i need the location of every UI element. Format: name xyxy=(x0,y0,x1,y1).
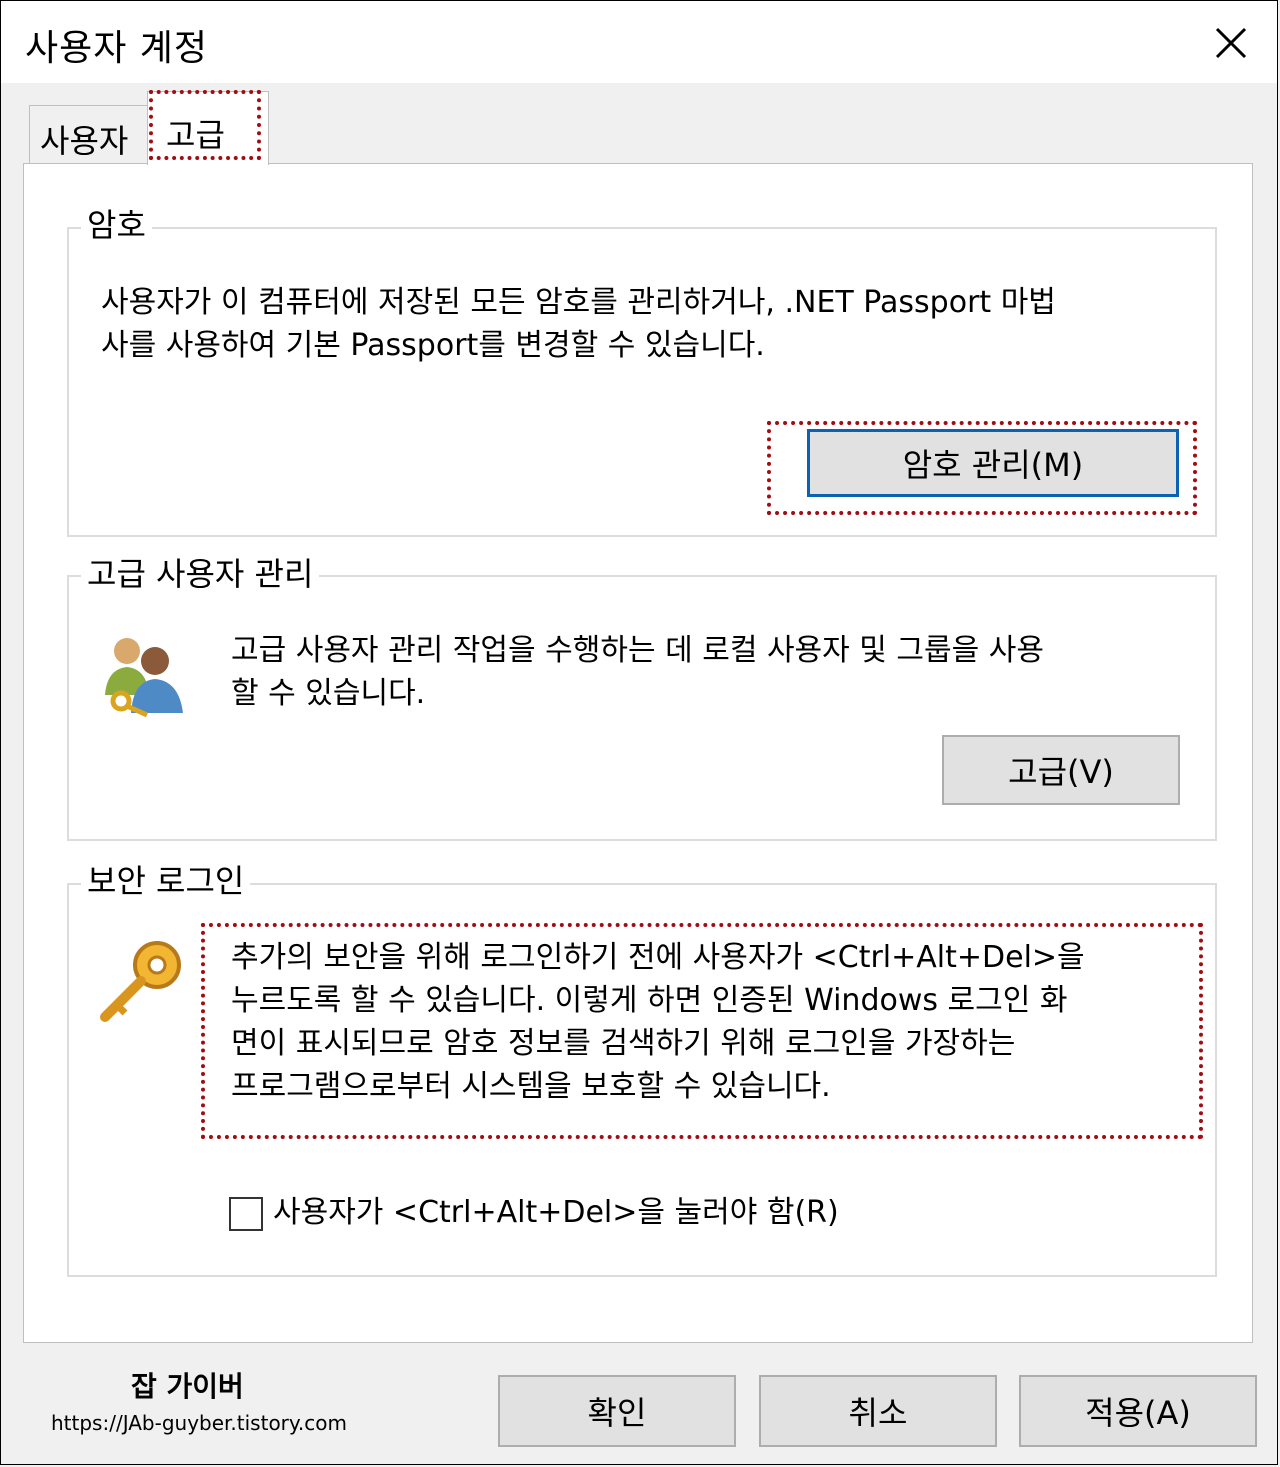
advanced-description-line2: 할 수 있습니다. xyxy=(231,676,426,711)
secure-logon-group-title: 보안 로그인 xyxy=(81,861,251,901)
watermark-url: https://JAb-guyber.tistory.com xyxy=(51,1411,347,1435)
require-ctrl-alt-del-checkbox[interactable] xyxy=(229,1197,263,1231)
manage-passwords-button[interactable]: 암호 관리(M) xyxy=(807,429,1179,497)
require-ctrl-alt-del-label[interactable]: 사용자가 <Ctrl+Alt+Del>을 눌러야 함(R) xyxy=(273,1191,839,1235)
apply-button[interactable]: 적용(A) xyxy=(1019,1375,1257,1447)
close-icon xyxy=(1215,27,1247,59)
user-accounts-dialog: 사용자 계정 사용자 고급 암호 사용자가 이 컴퓨터에 저장된 모든 암호를 … xyxy=(0,0,1278,1465)
window-title: 사용자 계정 xyxy=(25,28,209,69)
advanced-button[interactable]: 고급(V) xyxy=(942,735,1180,805)
password-description-line1: 사용자가 이 컴퓨터에 저장된 모든 암호를 관리하거나, .NET Passp… xyxy=(101,285,1056,320)
watermark-name: 잡 가이버 xyxy=(131,1370,244,1403)
title-bar: 사용자 계정 xyxy=(1,1,1277,83)
secure-description-line2: 누르도록 할 수 있습니다. 이렇게 하면 인증된 Windows 로그인 화 xyxy=(231,983,1068,1018)
secure-description-line1: 추가의 보안을 위해 로그인하기 전에 사용자가 <Ctrl+Alt+Del>을 xyxy=(231,940,1085,975)
users-key-icon xyxy=(99,629,189,719)
ok-button[interactable]: 확인 xyxy=(498,1375,736,1447)
secure-description-line3: 면이 표시되므로 암호 정보를 검색하기 위해 로그인을 가장하는 xyxy=(231,1026,1016,1061)
key-icon xyxy=(97,935,189,1025)
tab-users[interactable]: 사용자 xyxy=(29,105,149,163)
cancel-button[interactable]: 취소 xyxy=(759,1375,997,1447)
advanced-description-line1: 고급 사용자 관리 작업을 수행하는 데 로컬 사용자 및 그룹을 사용 xyxy=(231,633,1044,668)
secure-description-line4: 프로그램으로부터 시스템을 보호할 수 있습니다. xyxy=(231,1069,831,1104)
password-description-line2: 사를 사용하여 기본 Passport를 변경할 수 있습니다. xyxy=(101,328,765,363)
advanced-user-group-title: 고급 사용자 관리 xyxy=(81,554,320,594)
close-button[interactable] xyxy=(1197,13,1263,73)
tab-advanced[interactable]: 고급 xyxy=(147,91,269,165)
password-group-title: 암호 xyxy=(81,205,152,245)
